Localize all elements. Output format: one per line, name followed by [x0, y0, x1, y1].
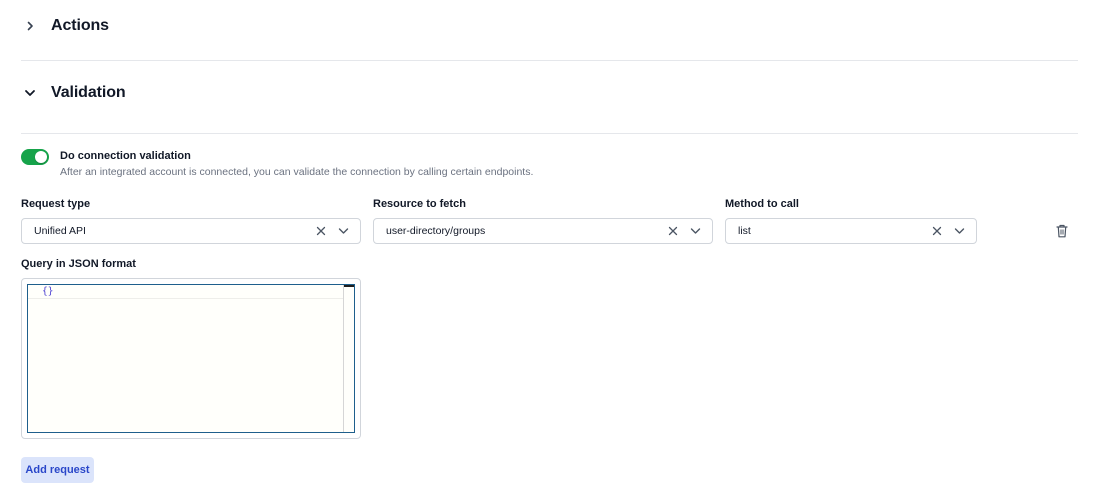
- connection-validation-label: Do connection validation: [60, 150, 191, 162]
- query-editor-container: {}: [21, 278, 361, 439]
- editor-active-line: [28, 285, 344, 299]
- chevron-down-icon: [21, 84, 39, 102]
- scrollbar-thumb[interactable]: [344, 285, 354, 287]
- clear-icon[interactable]: [312, 222, 330, 240]
- connection-settings-page: Actions Validation Do connection validat…: [0, 0, 1096, 493]
- query-label: Query in JSON format: [21, 258, 136, 270]
- request-type-value: Unified API: [34, 225, 86, 237]
- request-type-label: Request type: [21, 198, 91, 210]
- validation-section-title: Validation: [51, 84, 126, 101]
- connection-validation-description: After an integrated account is connected…: [60, 166, 534, 178]
- connection-validation-toggle[interactable]: [21, 149, 49, 165]
- actions-section-header[interactable]: Actions: [21, 15, 1078, 37]
- query-json-editor[interactable]: {}: [27, 284, 355, 433]
- chevron-down-icon[interactable]: [950, 222, 968, 240]
- request-type-select[interactable]: Unified API: [21, 218, 361, 244]
- chevron-down-icon[interactable]: [334, 222, 352, 240]
- trash-icon[interactable]: [1054, 222, 1070, 240]
- clear-icon[interactable]: [664, 222, 682, 240]
- resource-value: user-directory/groups: [386, 225, 486, 237]
- toggle-knob: [35, 151, 47, 163]
- method-select[interactable]: list: [725, 218, 977, 244]
- method-label: Method to call: [725, 198, 799, 210]
- actions-section-title: Actions: [51, 17, 109, 34]
- method-value: list: [738, 225, 751, 237]
- divider: [21, 60, 1078, 61]
- chevron-right-icon: [21, 17, 39, 35]
- query-json-code: {}: [42, 286, 54, 297]
- validation-section-header[interactable]: Validation: [21, 82, 1078, 104]
- clear-icon[interactable]: [928, 222, 946, 240]
- resource-select[interactable]: user-directory/groups: [373, 218, 713, 244]
- add-request-button[interactable]: Add request: [21, 457, 94, 483]
- divider: [21, 133, 1078, 134]
- chevron-down-icon[interactable]: [686, 222, 704, 240]
- resource-label: Resource to fetch: [373, 198, 466, 210]
- editor-scrollbar[interactable]: [343, 285, 354, 432]
